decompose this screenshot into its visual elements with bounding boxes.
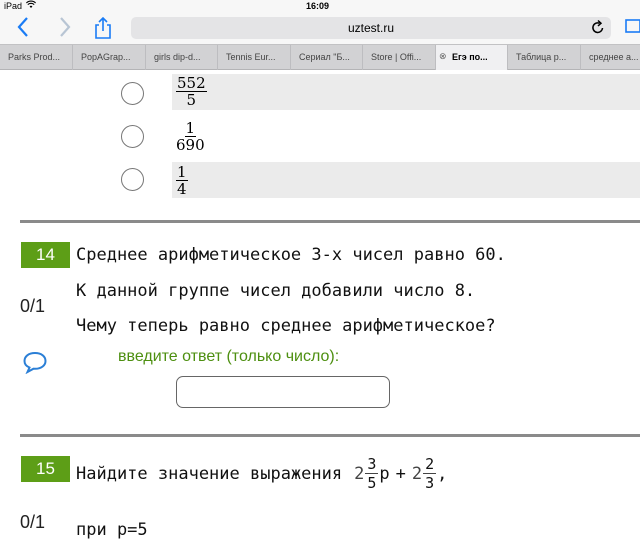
tab-label: среднее а... [589, 52, 639, 62]
tab-label: Таблица р... [516, 52, 567, 62]
tab-label: Егэ по... [452, 52, 488, 62]
share-icon[interactable] [94, 16, 112, 39]
tab-label: Tennis Eur... [226, 52, 276, 62]
tab-label: Parks Prod... [8, 52, 61, 62]
wifi-icon [26, 0, 36, 11]
tab-label: PopAGrap... [81, 52, 131, 62]
tab-item[interactable]: Таблица р... [508, 45, 581, 70]
expression-punctuation: , [437, 464, 448, 484]
option-fraction: 1 4 [176, 165, 188, 197]
status-time: 16:09 [306, 1, 330, 11]
option-fraction: 1 690 [176, 119, 205, 154]
tab-item[interactable]: Parks Prod... [0, 45, 73, 70]
answer-option-row [172, 74, 640, 110]
tab-label: Store | Offi... [371, 52, 422, 62]
tab-item-active[interactable]: ⊗ Егэ по... [436, 45, 508, 70]
fraction-numerator: 1 [184, 119, 197, 137]
question-divider [20, 434, 640, 437]
reload-icon[interactable] [591, 19, 605, 39]
expression-operator: + [395, 464, 406, 484]
tab-item[interactable]: girls dip-d... [146, 45, 218, 70]
tab-item[interactable]: Сериал "Б... [291, 45, 363, 70]
back-arrow-icon[interactable] [16, 16, 30, 42]
mixed-fraction: 3 5 [365, 455, 379, 492]
fraction-denominator: 4 [177, 180, 187, 198]
fraction-numerator: 1 [176, 163, 188, 181]
question-text-line: Чему теперь равно среднее арифметическое… [76, 316, 496, 336]
fraction-denominator: 5 [367, 474, 377, 492]
option-radio[interactable] [121, 125, 144, 148]
tab-item[interactable]: Store | Offi... [363, 45, 436, 70]
tab-bar: Parks Prod... PopAGrap... girls dip-d...… [0, 44, 640, 70]
question-score: 0/1 [20, 296, 46, 316]
tab-item[interactable]: PopAGrap... [73, 45, 146, 70]
answer-option-row [172, 162, 640, 198]
tabs-icon[interactable] [620, 16, 640, 40]
mixed-whole: 2 [411, 464, 423, 484]
forward-arrow-icon[interactable] [58, 16, 72, 42]
fraction-denominator: 690 [176, 136, 205, 154]
question-score: 0/1 [20, 512, 46, 532]
fraction-numerator: 3 [365, 455, 379, 474]
device-name: iPad [4, 1, 23, 11]
question-text-line: при p=5 [76, 520, 148, 540]
fraction-numerator: 2 [423, 455, 437, 474]
fraction-denominator: 5 [186, 91, 197, 109]
browser-toolbar: uztest.ru [0, 12, 640, 44]
question-divider [20, 220, 640, 223]
tab-label: Сериал "Б... [299, 52, 350, 62]
question-expression: Найдите значение выражения 2 3 5 p + 2 2… [76, 455, 448, 493]
url-text: uztest.ru [347, 21, 395, 35]
question-text-line: Среднее арифметическое 3-х чисел равно 6… [76, 245, 506, 265]
question-text-line: К данной группе чисел добавили число 8. [76, 281, 476, 301]
page-content: 552 5 1 690 1 4 14 0/1 Среднее арифметич… [0, 70, 640, 554]
speech-bubble-icon[interactable] [22, 350, 48, 375]
fraction-denominator: 3 [425, 474, 435, 492]
address-bar[interactable]: uztest.ru [131, 17, 611, 39]
question-number-badge: 15 [21, 456, 70, 482]
mixed-fraction: 2 3 [423, 455, 437, 492]
tab-item[interactable]: среднее а... [581, 45, 640, 70]
answer-prompt: введите ответ (только число): [118, 348, 340, 365]
option-radio[interactable] [121, 168, 144, 191]
answer-option-row [172, 114, 640, 150]
tab-item[interactable]: Tennis Eur... [218, 45, 291, 70]
mixed-whole: 2 [354, 464, 365, 484]
option-fraction: 552 5 [176, 76, 207, 108]
answer-input[interactable] [176, 376, 390, 408]
status-bar: iPad 16:09 [0, 0, 640, 12]
question-number-badge: 14 [21, 242, 70, 268]
tab-label: girls dip-d... [154, 52, 201, 62]
question-text: Найдите значение выражения [76, 464, 343, 484]
close-tab-icon[interactable]: ⊗ [439, 51, 447, 62]
expression-variable: p [379, 464, 390, 484]
fraction-numerator: 552 [176, 74, 207, 92]
option-radio[interactable] [121, 82, 144, 105]
browser-window: iPad 16:09 uztest.ru Parks Prod... PopAG… [0, 0, 640, 554]
